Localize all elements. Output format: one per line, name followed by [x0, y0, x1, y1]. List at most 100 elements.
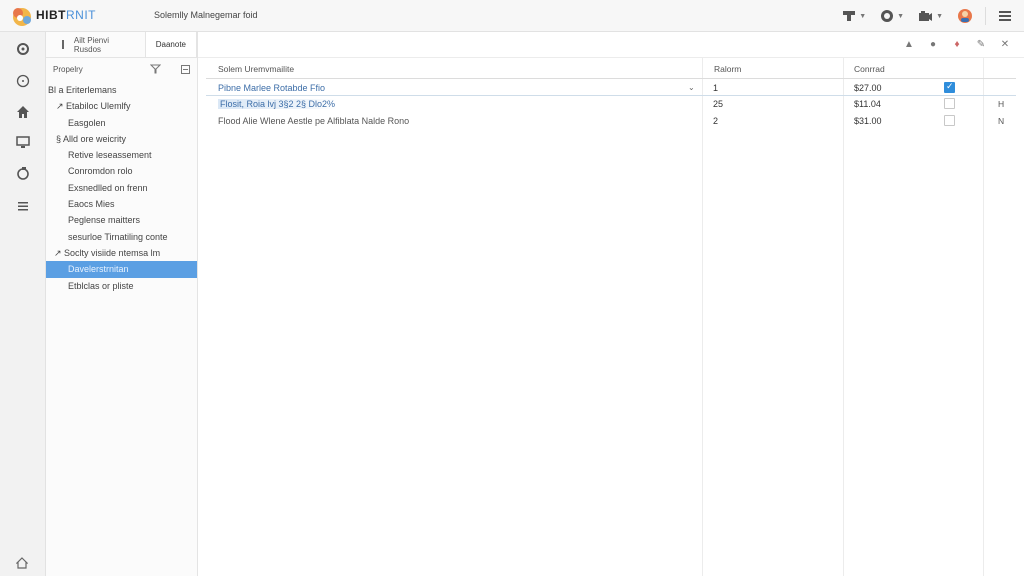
tree-item-label: Bl a Eriterlemans [48, 85, 117, 95]
share-icon[interactable]: ● [926, 37, 940, 51]
brand-name: HIBTRNIT [36, 8, 96, 22]
row-flag: N [998, 116, 1005, 126]
table-row[interactable]: Flood Alie Wlene Aestle pe Alfiblata Nal… [206, 113, 1016, 129]
chevron-down-icon: ▼ [897, 12, 905, 20]
tree-item[interactable]: sesurloe Tirnatiling conte [46, 229, 197, 245]
main-toolbar: ▲ ● ♦ ✎ ✕ [198, 32, 1024, 58]
tab-marker-icon [62, 40, 64, 49]
circle-icon[interactable] [14, 72, 32, 90]
alert-icon[interactable]: ♦ [950, 37, 964, 51]
tree-item[interactable]: ↗ Soclty visiide ntemsa lm [46, 245, 197, 261]
tree-item-label: Eaocs Mies [68, 199, 115, 210]
item-name: Pibne Marlee Rotabde Ffio [218, 83, 326, 93]
tree-item-label: ↗ Soclty visiide ntemsa lm [54, 247, 161, 258]
home-icon[interactable] [14, 103, 32, 121]
column-header-name[interactable]: Solem Uremvmailite [218, 64, 294, 74]
table-header: Solem Uremvmailite Ralorm Conrrad [206, 58, 1016, 79]
camera-menu-button[interactable]: ▼ [916, 5, 945, 27]
brand-main: HIBT [36, 8, 66, 22]
chevron-down-icon: ▼ [859, 12, 867, 20]
row-checkbox[interactable] [944, 115, 955, 126]
monitor-icon[interactable] [14, 133, 32, 151]
item-quantity: 1 [713, 83, 719, 93]
main-menu-button[interactable] [996, 5, 1014, 27]
tree-item-label: Retive leseassement [68, 150, 152, 161]
tree-list: Bl a Eriterlemans ↗ Etabiloc Ulemlfy Easgo… [46, 82, 197, 294]
tab-label: Ailt Pienvi Rusdos [73, 35, 110, 54]
header-divider [985, 7, 986, 25]
tree-item[interactable]: Bl a Eriterlemans [46, 82, 197, 98]
tree-item[interactable]: Exsnedlled on frenn [46, 180, 197, 196]
item-quantity: 25 [713, 99, 724, 109]
tree-item-label: ↗ Etabiloc Ulemlfy [56, 101, 131, 112]
left-rail [0, 32, 46, 576]
tab-label: Daanote [155, 40, 186, 49]
terminal-menu-button[interactable]: ▼ [840, 5, 868, 27]
main-toolbar-actions: ▲ ● ♦ ✎ ✕ [902, 37, 1012, 51]
tree-header-label: Propelry [53, 64, 83, 74]
profile-button[interactable] [955, 5, 975, 27]
column-header-price[interactable]: Conrrad [854, 64, 885, 74]
tree-item-label: Etblclas or pliste [68, 280, 134, 291]
close-icon[interactable]: ✕ [998, 37, 1012, 51]
edit-icon[interactable]: ✎ [974, 37, 988, 51]
collapse-all-icon[interactable] [179, 63, 191, 75]
list-icon[interactable] [14, 197, 32, 215]
pin-icon[interactable]: ▲ [902, 37, 916, 51]
table-row[interactable]: Flosit, Roia lvj 3§2 2§ Dlo2% 25 $11.04 H [206, 96, 1016, 112]
tree-item[interactable]: Retive leseassement [46, 147, 197, 163]
item-price: $31.00 [854, 116, 882, 126]
tree-item-label: sesurloe Tirnatiling conte [68, 231, 168, 242]
item-price: $11.04 [854, 99, 881, 109]
tree-tabs: Ailt Pienvi Rusdos Daanote [46, 32, 197, 58]
tree-item-label: § Alld ore weicrity [56, 133, 127, 144]
app-header: HIBTRNIT Solemlly Malnegemar foid ▼ ▼ ▼ [0, 0, 1024, 32]
row-checkbox[interactable] [944, 98, 955, 109]
item-name: Flosit, Roia lvj 3§2 2§ Dlo2% [218, 99, 338, 109]
tab-pienvi-rusdos[interactable]: Ailt Pienvi Rusdos [52, 32, 145, 57]
tree-item[interactable]: Davelerstrnitan [46, 261, 197, 278]
item-quantity: 2 [713, 116, 719, 126]
tree-item[interactable]: Etblclas or pliste [46, 278, 197, 294]
hamburger-icon [999, 11, 1011, 21]
avatar-icon [958, 9, 972, 23]
logo-icon [13, 8, 31, 26]
main-content: ▲ ● ♦ ✎ ✕ Solem Uremvmailite Ralorm Conr… [198, 32, 1024, 576]
settings-icon[interactable] [14, 40, 32, 58]
row-flag: H [998, 99, 1005, 109]
tree-item-label: Easgolen [68, 117, 106, 128]
row-checkbox[interactable] [944, 81, 955, 93]
tree-item[interactable]: ↗ Etabiloc Ulemlfy [46, 98, 197, 114]
table-row[interactable]: Pibne Marlee Rotabde Ffio ⌄ 1 $27.00 [206, 80, 1016, 96]
header-toolbar: ▼ ▼ ▼ [840, 4, 1014, 28]
column-header-quantity[interactable]: Ralorm [714, 64, 741, 74]
chevron-down-icon[interactable]: ⌄ [688, 83, 695, 92]
app-title: Solemlly Malnegemar foid [154, 10, 258, 20]
tree-item[interactable]: Peglense maitters [46, 212, 197, 228]
brand-accent: RNIT [66, 8, 96, 22]
item-price: $27.00 [854, 83, 882, 93]
item-name: Flood Alie Wlene Aestle pe Alfiblata Nal… [218, 116, 410, 126]
home-outline-icon[interactable] [15, 557, 29, 572]
sync-icon[interactable] [14, 165, 32, 183]
terminal-icon [843, 11, 856, 21]
tree-item-label: Davelerstrnitan [68, 264, 129, 275]
clock-menu-button[interactable]: ▼ [878, 5, 906, 27]
tree-item-label: Peglense maitters [68, 215, 141, 226]
tree-item[interactable]: § Alld ore weicrity [46, 131, 197, 147]
data-table: Solem Uremvmailite Ralorm Conrrad Pibne … [206, 58, 1016, 576]
tree-item[interactable]: Easgolen [46, 115, 197, 131]
tree-header: Propelry [46, 58, 197, 80]
tree-item[interactable]: Eaocs Mies [46, 196, 197, 212]
clock-icon [881, 10, 894, 22]
tree-item-label: Exsnedlled on frenn [68, 182, 148, 193]
column-divider [983, 58, 984, 576]
column-divider [702, 58, 703, 576]
app-window: HIBTRNIT Solemlly Malnegemar foid ▼ ▼ ▼ [0, 0, 1024, 576]
camera-icon [919, 11, 933, 21]
filter-icon[interactable] [149, 63, 161, 75]
column-divider [843, 58, 844, 576]
properties-tree-panel: Ailt Pienvi Rusdos Daanote Propelry Bl a… [46, 32, 198, 576]
tree-item[interactable]: Conromdon rolo [46, 163, 197, 179]
tab-daanote[interactable]: Daanote [144, 32, 197, 57]
